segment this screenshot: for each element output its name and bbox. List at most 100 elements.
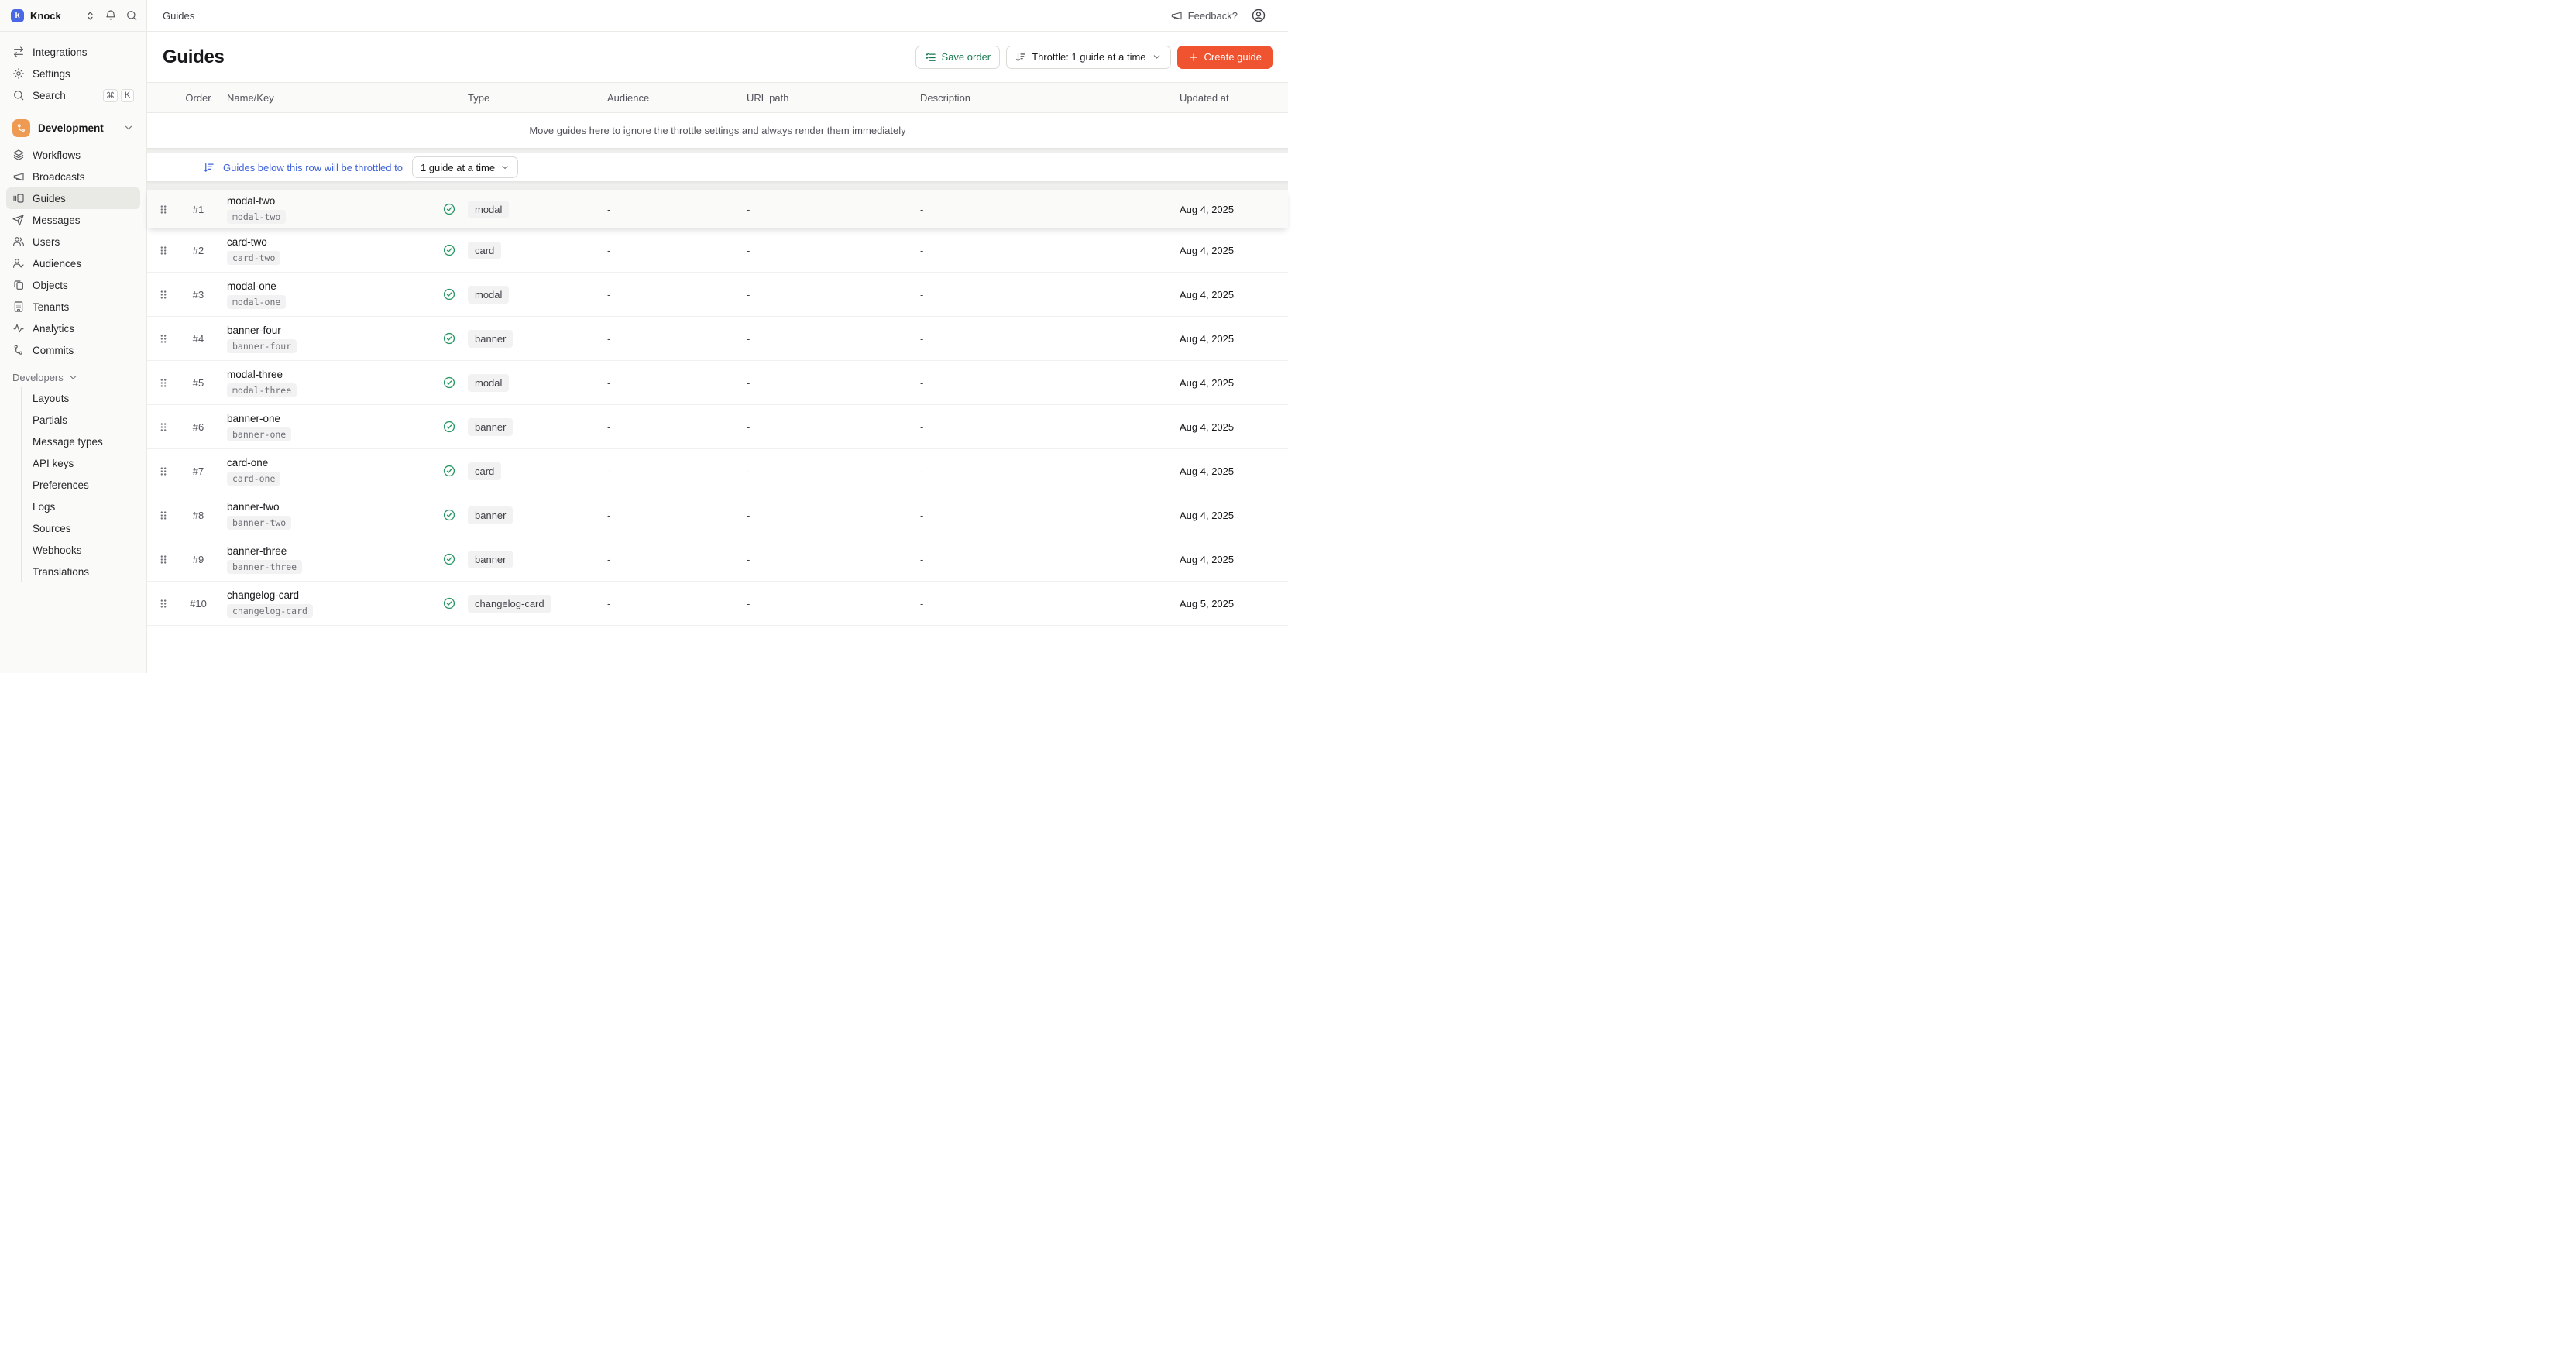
guide-name-link[interactable]: banner-one <box>227 413 280 424</box>
save-order-button[interactable]: Save order <box>915 46 1001 69</box>
table-row[interactable]: #3 modal-one modal-one modal - - - Aug 4… <box>147 273 1288 317</box>
url-path-value: - <box>736 421 909 433</box>
drag-handle[interactable] <box>147 510 180 521</box>
row-order: #10 <box>180 598 217 609</box>
drag-handle[interactable] <box>147 421 180 433</box>
url-path-value: - <box>736 510 909 521</box>
feedback-button[interactable]: Feedback? <box>1170 9 1238 22</box>
sidebar-item-partials[interactable]: Partials <box>22 409 140 431</box>
guide-name-link[interactable]: banner-two <box>227 501 280 513</box>
drag-handle[interactable] <box>147 598 180 609</box>
sidebar-item-layouts[interactable]: Layouts <box>22 387 140 409</box>
sidebar: k Knock Integrations Settin <box>0 0 147 673</box>
column-audience: Audience <box>596 92 736 104</box>
workspace-switcher-icon[interactable] <box>84 10 96 22</box>
sidebar-item-webhooks[interactable]: Webhooks <box>22 539 140 561</box>
sidebar-item-users[interactable]: Users <box>6 231 140 252</box>
table-row[interactable]: #10 changelog-card changelog-card change… <box>147 582 1288 626</box>
sidebar-item-integrations[interactable]: Integrations <box>6 41 140 63</box>
guide-type-badge: modal <box>468 201 509 218</box>
table-row[interactable]: #1 modal-two modal-two modal - - - Aug 4… <box>147 190 1288 228</box>
sidebar-item-workflows[interactable]: Workflows <box>6 144 140 166</box>
sidebar-item-guides[interactable]: Guides <box>6 187 140 209</box>
throttle-dropdown-button[interactable]: Throttle: 1 guide at a time <box>1006 46 1170 69</box>
sidebar-item-logs[interactable]: Logs <box>22 496 140 517</box>
environment-switcher[interactable]: Development <box>6 116 140 139</box>
audience-value: - <box>596 421 736 433</box>
empty-area <box>147 626 1288 673</box>
audience-value: - <box>596 245 736 256</box>
search-icon[interactable] <box>125 9 138 22</box>
audience-value: - <box>596 465 736 477</box>
column-url-path: URL path <box>736 92 909 104</box>
row-order: #8 <box>180 510 217 521</box>
sidebar-item-label: Commits <box>33 345 74 356</box>
drag-handle[interactable] <box>147 204 180 215</box>
throttle-value-dropdown[interactable]: 1 guide at a time <box>412 156 518 178</box>
chevron-down-icon <box>123 122 134 133</box>
sidebar-item-objects[interactable]: Objects <box>6 274 140 296</box>
workspace-header: k Knock <box>0 0 146 32</box>
updated-at-value: Aug 4, 2025 <box>1180 421 1288 433</box>
sidebar-item-preferences[interactable]: Preferences <box>22 474 140 496</box>
guide-name-link[interactable]: modal-two <box>227 195 275 207</box>
row-order: #4 <box>180 333 217 345</box>
save-order-label: Save order <box>942 51 991 63</box>
guide-name-link[interactable]: card-two <box>227 236 267 248</box>
table-body: Move guides here to ignore the throttle … <box>147 113 1288 673</box>
table-row[interactable]: #6 banner-one banner-one banner - - - Au… <box>147 405 1288 449</box>
table-row[interactable]: #4 banner-four banner-four banner - - - … <box>147 317 1288 361</box>
branch-icon <box>12 119 30 137</box>
dropzone-hint-text: Move guides here to ignore the throttle … <box>529 125 905 136</box>
guide-name-link[interactable]: changelog-card <box>227 589 299 601</box>
developers-section-toggle[interactable]: Developers <box>6 367 140 387</box>
guide-name-link[interactable]: modal-three <box>227 369 283 380</box>
drag-handle[interactable] <box>147 465 180 477</box>
page-header: Guides Save order Throttle: 1 guide at a… <box>147 32 1288 82</box>
sidebar-item-audiences[interactable]: Audiences <box>6 252 140 274</box>
workspace-name: Knock <box>30 10 78 22</box>
table-row[interactable]: #7 card-one card-one card - - - Aug 4, 2… <box>147 449 1288 493</box>
sidebar-item-settings[interactable]: Settings <box>6 63 140 84</box>
table-row[interactable]: #5 modal-three modal-three modal - - - A… <box>147 361 1288 405</box>
description-value: - <box>909 598 1180 609</box>
sidebar-item-tenants[interactable]: Tenants <box>6 296 140 318</box>
copy-icon <box>12 279 25 291</box>
guide-rows: #1 modal-two modal-two modal - - - Aug 4… <box>147 190 1288 626</box>
drag-handle[interactable] <box>147 245 180 256</box>
drag-handle[interactable] <box>147 289 180 300</box>
throttle-divider-row[interactable]: Guides below this row will be throttled … <box>147 153 1288 181</box>
main-content: Guides Feedback? Guides Save order <box>147 0 1288 673</box>
sidebar-item-api-keys[interactable]: API keys <box>22 452 140 474</box>
guide-name-link[interactable]: modal-one <box>227 280 276 292</box>
drag-dots-icon <box>158 510 169 521</box>
table-row[interactable]: #2 card-two card-two card - - - Aug 4, 2… <box>147 228 1288 273</box>
guide-key-badge: changelog-card <box>227 604 313 618</box>
sidebar-item-label: Guides <box>33 193 66 204</box>
sidebar-item-message-types[interactable]: Message types <box>22 431 140 452</box>
drag-handle[interactable] <box>147 377 180 389</box>
drag-handle[interactable] <box>147 333 180 345</box>
sidebar-item-commits[interactable]: Commits <box>6 339 140 361</box>
user-check-icon <box>12 257 25 270</box>
sidebar-item-broadcasts[interactable]: Broadcasts <box>6 166 140 187</box>
sidebar-item-analytics[interactable]: Analytics <box>6 318 140 339</box>
guide-name-link[interactable]: banner-four <box>227 324 281 336</box>
create-guide-button[interactable]: Create guide <box>1177 46 1273 69</box>
sidebar-item-search[interactable]: Search ⌘ K <box>6 84 140 106</box>
guide-name-link[interactable]: card-one <box>227 457 268 469</box>
drag-handle[interactable] <box>147 554 180 565</box>
guide-name-link[interactable]: banner-three <box>227 545 287 557</box>
description-value: - <box>909 465 1180 477</box>
audience-value: - <box>596 510 736 521</box>
table-row[interactable]: #8 banner-two banner-two banner - - - Au… <box>147 493 1288 537</box>
ignore-throttle-dropzone[interactable]: Move guides here to ignore the throttle … <box>147 113 1288 148</box>
sidebar-item-sources[interactable]: Sources <box>22 517 140 539</box>
sidebar-item-label: Workflows <box>33 149 81 161</box>
sidebar-item-translations[interactable]: Translations <box>22 561 140 582</box>
table-row[interactable]: #9 banner-three banner-three banner - - … <box>147 537 1288 582</box>
account-avatar-icon[interactable] <box>1251 8 1266 23</box>
guide-key-badge: card-two <box>227 251 280 265</box>
sidebar-item-messages[interactable]: Messages <box>6 209 140 231</box>
notifications-bell-icon[interactable] <box>105 9 117 22</box>
